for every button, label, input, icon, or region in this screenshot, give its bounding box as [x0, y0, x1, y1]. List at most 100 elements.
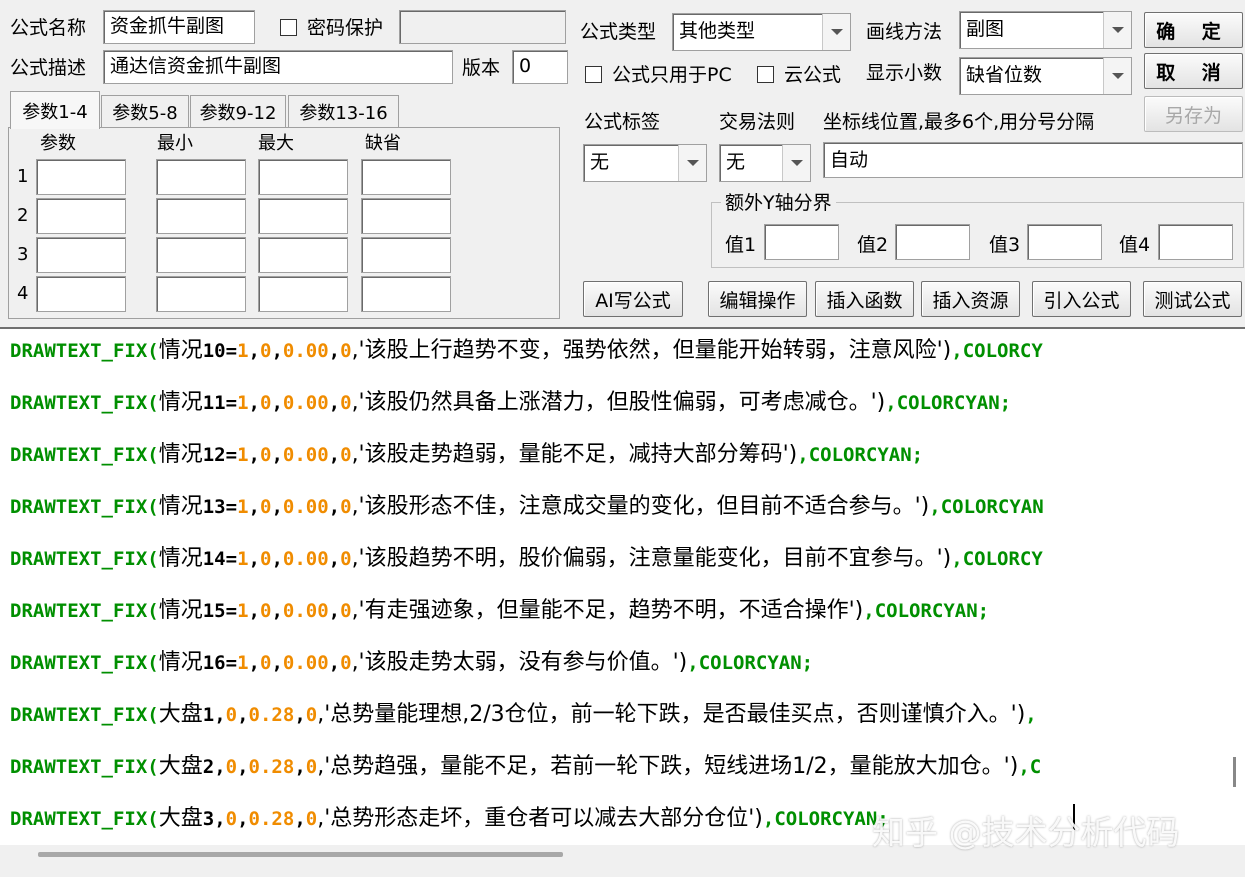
test-formula-button[interactable]: 测试公式 — [1143, 281, 1242, 317]
code-number: 0.00 — [282, 444, 329, 466]
code-punctuation: , — [328, 548, 341, 570]
tab-params-5-8[interactable]: 参数5-8 — [101, 95, 189, 127]
formula-type-label: 公式类型 — [580, 21, 657, 43]
param-cell-input[interactable] — [156, 237, 246, 273]
code-operator: = — [225, 444, 238, 466]
code-variable: 大盘 — [158, 806, 203, 831]
code-function: DRAWTEXT_FIX( — [10, 600, 159, 622]
decimals-select[interactable]: 缺省位数 — [959, 57, 1132, 95]
trade-rule-select[interactable]: 无 — [719, 144, 811, 182]
param-cell-input[interactable] — [156, 198, 246, 234]
save-as-button[interactable]: 另存为 — [1144, 96, 1243, 132]
code-punctuation: , — [248, 600, 260, 622]
param-cell-input[interactable] — [36, 276, 126, 312]
code-index: 1 — [202, 704, 215, 726]
code-variable: 情况 — [158, 494, 203, 519]
param-cell-input[interactable] — [258, 237, 348, 273]
cancel-button[interactable]: 取 消 — [1144, 53, 1243, 89]
version-label: 版本 — [462, 57, 501, 79]
code-punctuation: , — [271, 652, 283, 674]
insert-function-button[interactable]: 插入函数 — [815, 281, 914, 317]
param-cell-input[interactable] — [361, 159, 451, 195]
param-header-default: 缺省 — [365, 133, 401, 154]
code-variable: 情况 — [158, 338, 203, 363]
param-header-max: 最大 — [258, 133, 294, 154]
code-punctuation: , — [271, 548, 283, 570]
code-function: DRAWTEXT_FIX( — [10, 756, 159, 778]
code-line: DRAWTEXT_FIX(大盘3,0,0.28,0,'总势形态走坏，重仓者可以减… — [10, 804, 889, 834]
param-cell-input[interactable] — [361, 237, 451, 273]
param-cell-input[interactable] — [258, 276, 348, 312]
formula-name-label: 公式名称 — [10, 17, 87, 39]
code-punctuation: , — [271, 444, 283, 466]
y-value-3-input[interactable] — [1027, 224, 1102, 260]
axis-lines-input[interactable]: 自动 — [823, 142, 1243, 178]
code-variable: 情况 — [158, 546, 203, 571]
horizontal-scroll-thumb[interactable] — [38, 852, 563, 857]
cloud-checkbox[interactable] — [757, 66, 774, 83]
y-value-1-label: 值1 — [725, 234, 757, 256]
param-cell-input[interactable] — [36, 159, 126, 195]
code-string: ,'该股上行趋势不变，强势依然，但量能开始转弱，注意风险') — [351, 338, 952, 363]
code-string: ,'总势趋强，量能不足，若前一轮下跌，短线进场1/2，量能放大加仓。') — [317, 754, 1019, 779]
code-number: 0 — [340, 496, 352, 518]
pc-only-checkbox[interactable] — [585, 66, 602, 83]
code-string: ,'该股趋势不明，股价偏弱，注意量能变化，目前不宜参与。') — [351, 546, 952, 571]
param-row-label: 4 — [17, 283, 29, 304]
formula-tag-select[interactable]: 无 — [583, 144, 707, 182]
code-number: 1 — [237, 548, 249, 570]
password-input[interactable] — [399, 10, 566, 44]
vertical-scroll-thumb[interactable] — [1233, 757, 1236, 787]
code-color-constant: ,COLORCYAN; — [863, 600, 990, 622]
y-value-4-input[interactable] — [1158, 224, 1233, 260]
code-function: DRAWTEXT_FIX( — [10, 340, 159, 362]
code-color-constant: ,C — [1018, 756, 1042, 778]
code-string: ,'有走强迹象，但量能不足，趋势不明，不适合操作') — [351, 598, 864, 623]
param-cell-input[interactable] — [258, 198, 348, 234]
insert-resource-button[interactable]: 插入资源 — [921, 281, 1020, 317]
formula-desc-input[interactable]: 通达信资金抓牛副图 — [103, 50, 453, 84]
code-punctuation: , — [237, 704, 249, 726]
code-string: ,'总势形态走坏，重仓者可以减去大部分仓位') — [317, 806, 763, 831]
code-number: 0 — [259, 340, 272, 362]
param-cell-input[interactable] — [36, 198, 126, 234]
y-value-1-input[interactable] — [764, 224, 839, 260]
ok-button[interactable]: 确 定 — [1144, 12, 1243, 48]
param-cell-input[interactable] — [36, 237, 126, 273]
formula-type-select[interactable]: 其他类型 — [672, 13, 851, 51]
code-punctuation: , — [248, 340, 260, 362]
code-variable: 大盘 — [158, 702, 203, 727]
formula-name-input[interactable]: 资金抓牛副图 — [103, 10, 255, 44]
code-punctuation: , — [248, 392, 260, 414]
param-cell-input[interactable] — [156, 276, 246, 312]
edit-ops-button[interactable]: 编辑操作 — [708, 281, 807, 317]
code-number: 0 — [340, 600, 352, 622]
version-input[interactable]: 0 — [512, 50, 568, 84]
code-index: 2 — [202, 756, 215, 778]
param-cell-input[interactable] — [361, 198, 451, 234]
y-value-2-input[interactable] — [895, 224, 970, 260]
cloud-label: 云公式 — [784, 64, 842, 86]
password-checkbox[interactable] — [280, 19, 297, 36]
code-color-constant: ,COLORCYAN; — [797, 444, 924, 466]
code-operator: = — [225, 652, 238, 674]
param-header-name: 参数 — [40, 133, 76, 154]
chevron-down-icon — [1103, 12, 1131, 48]
tab-params-9-12[interactable]: 参数9-12 — [190, 95, 286, 127]
param-cell-input[interactable] — [361, 276, 451, 312]
ai-write-button[interactable]: AI写公式 — [583, 281, 683, 317]
code-number: 0 — [305, 808, 318, 830]
draw-method-select[interactable]: 副图 — [959, 11, 1132, 49]
tab-params-1-4[interactable]: 参数1-4 — [10, 91, 100, 129]
code-string: ,'该股走势太弱，没有参与价值。') — [351, 650, 688, 675]
code-number: 0 — [259, 600, 272, 622]
code-function: DRAWTEXT_FIX( — [10, 652, 159, 674]
code-number: 0 — [340, 340, 352, 362]
code-punctuation: , — [328, 600, 341, 622]
code-punctuation: , — [214, 756, 226, 778]
tab-params-13-16[interactable]: 参数13-16 — [288, 95, 399, 127]
param-cell-input[interactable] — [258, 159, 348, 195]
trade-rule-value: 无 — [726, 151, 746, 173]
param-cell-input[interactable] — [156, 159, 246, 195]
import-formula-button[interactable]: 引入公式 — [1032, 281, 1131, 317]
